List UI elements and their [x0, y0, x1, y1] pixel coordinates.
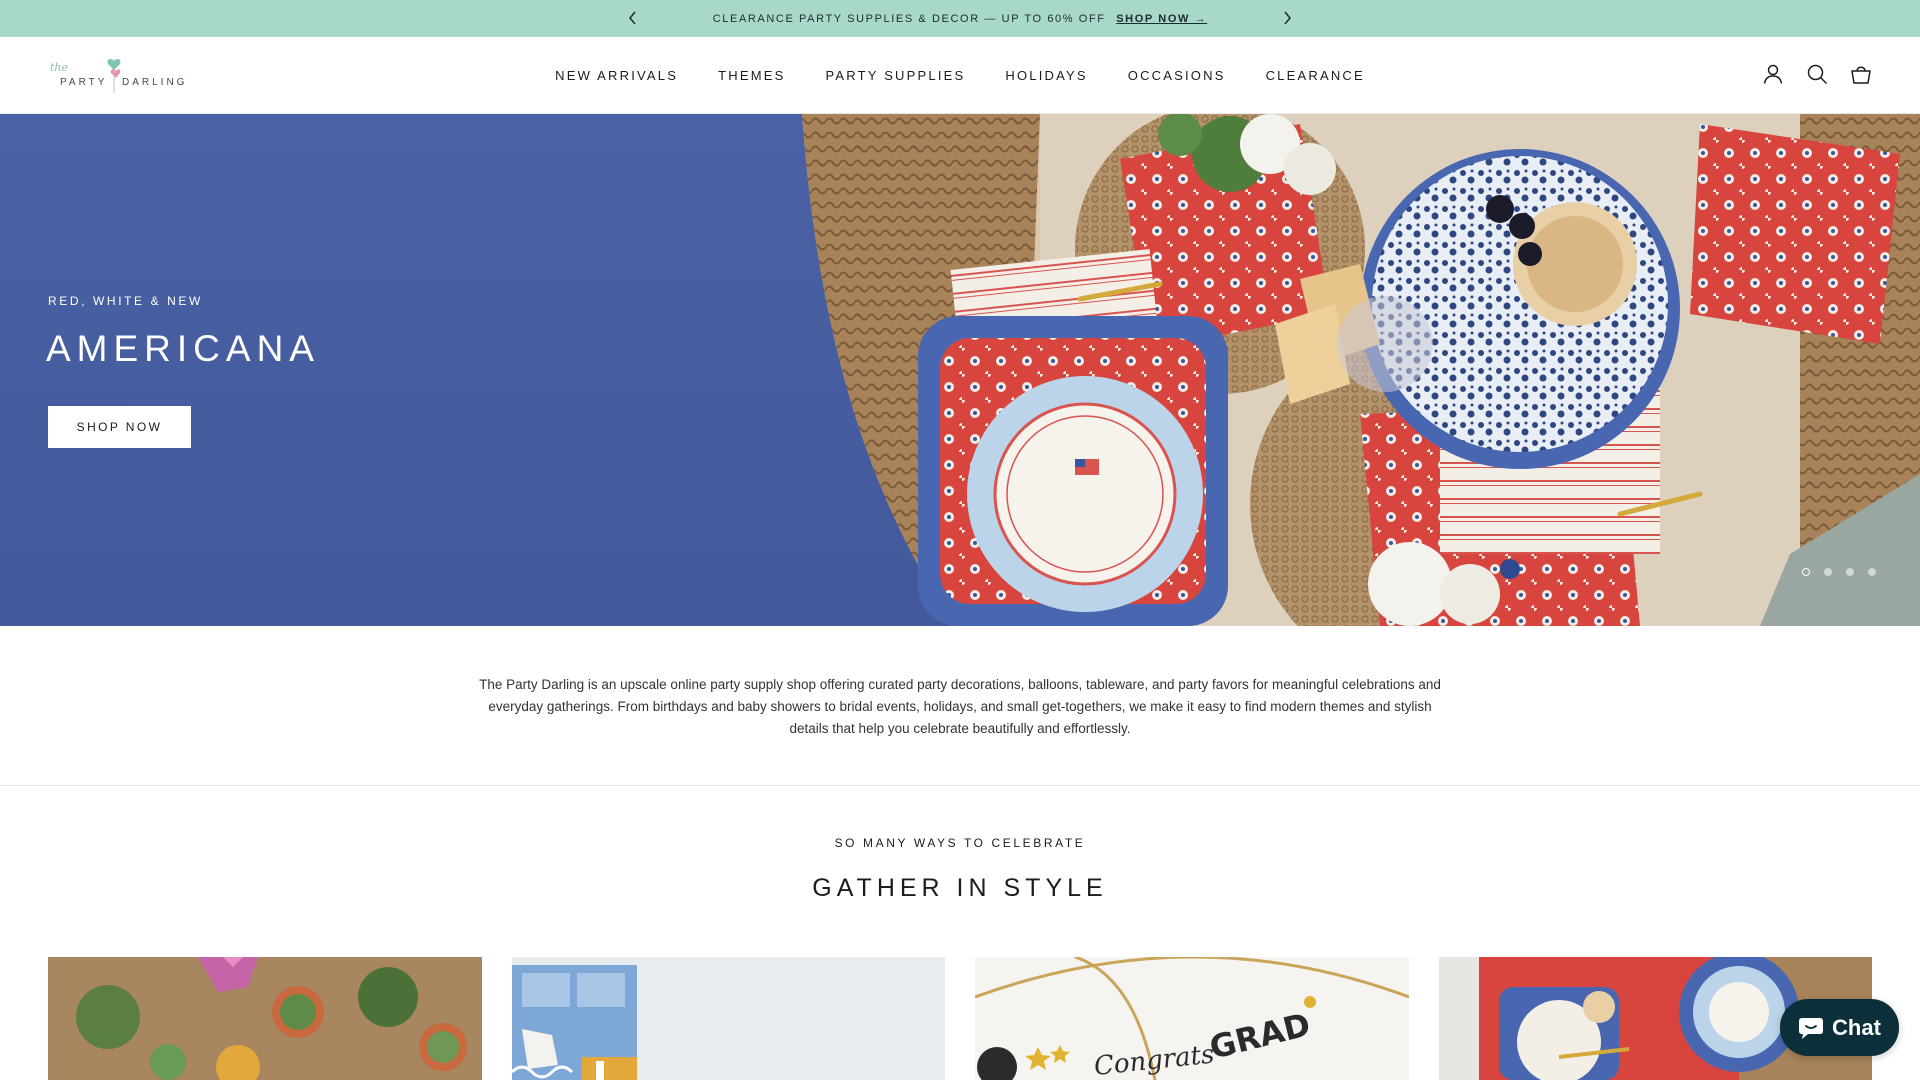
hero-slide-dot-1[interactable]: [1802, 568, 1810, 576]
nav-item-clearance[interactable]: CLEARANCE: [1266, 68, 1365, 83]
header-icons: [1762, 63, 1872, 85]
main-nav: NEW ARRIVALS THEMES PARTY SUPPLIES HOLID…: [0, 37, 1920, 114]
announcement-shop-now-link[interactable]: SHOP NOW →: [1116, 13, 1207, 25]
announcement-message: CLEARANCE PARTY SUPPLIES & DECOR — UP TO…: [712, 12, 1106, 25]
chat-bubble-icon: [1799, 1017, 1824, 1039]
congrats-grad-image: Congrats GRAD: [975, 957, 1409, 1080]
logo-the: the: [50, 61, 69, 74]
card-congrats-grad[interactable]: Congrats GRAD: [975, 957, 1409, 1080]
site-header: the PARTY DARLING NEW ARRIVALS THEMES PA…: [0, 37, 1920, 114]
school-supplies-image: [511, 957, 945, 1080]
section-title: GATHER IN STYLE: [812, 874, 1108, 902]
celebrate-cards: Congrats GRAD: [48, 957, 1872, 1080]
nav-item-new-arrivals[interactable]: NEW ARRIVALS: [555, 68, 678, 83]
hero-title: AMERICANA: [46, 328, 320, 369]
search-icon[interactable]: [1806, 63, 1828, 85]
logo[interactable]: the PARTY DARLING: [48, 55, 190, 97]
hero-slide-dot-2[interactable]: [1824, 568, 1832, 576]
hero-banner: RED, WHITE & NEW AMERICANA SHOP NOW: [0, 114, 1920, 626]
hero-slide-dots: [1802, 568, 1876, 576]
nav-item-party-supplies[interactable]: PARTY SUPPLIES: [825, 68, 965, 83]
hero-eyebrow: RED, WHITE & NEW: [48, 294, 203, 308]
announcement-prev-arrow-icon[interactable]: [624, 9, 642, 27]
card-school-supplies[interactable]: [511, 957, 945, 1080]
announcement-bar: CLEARANCE PARTY SUPPLIES & DECOR — UP TO…: [0, 0, 1920, 37]
hero-slide-dot-3[interactable]: [1846, 568, 1854, 576]
nav-item-occasions[interactable]: OCCASIONS: [1128, 68, 1226, 83]
logo-darling: DARLING: [122, 77, 188, 88]
americana-table-photo: [0, 114, 1920, 626]
announcement-next-arrow-icon[interactable]: [1278, 9, 1296, 27]
logo-party: PARTY: [60, 77, 108, 88]
announcement-text: CLEARANCE PARTY SUPPLIES & DECOR — UP TO…: [713, 13, 1207, 25]
hero-slide-dot-4[interactable]: [1868, 568, 1876, 576]
chat-button[interactable]: Chat: [1780, 999, 1899, 1056]
account-icon[interactable]: [1762, 63, 1784, 85]
succulents-table-image: [48, 957, 482, 1080]
hero-shop-now-button[interactable]: SHOP NOW: [48, 406, 191, 448]
chat-label: Chat: [1832, 1014, 1881, 1040]
intro-section: The Party Darling is an upscale online p…: [0, 626, 1920, 786]
intro-text: The Party Darling is an upscale online p…: [479, 677, 1441, 736]
cart-icon[interactable]: [1850, 63, 1872, 85]
logo-balloon-icon: [107, 58, 121, 93]
nav-item-holidays[interactable]: HOLIDAYS: [1005, 68, 1087, 83]
section-eyebrow: SO MANY WAYS TO CELEBRATE: [834, 836, 1086, 850]
nav-item-themes[interactable]: THEMES: [718, 68, 785, 83]
card-succulents[interactable]: [48, 957, 482, 1080]
